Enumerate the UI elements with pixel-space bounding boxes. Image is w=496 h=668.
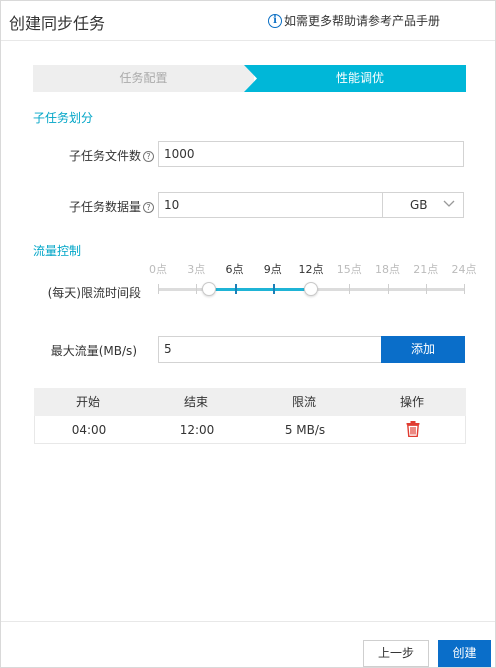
tick-label: 3点 — [187, 263, 206, 276]
file-count-input[interactable]: 1000 — [158, 141, 464, 167]
dialog-title: 创建同步任务 — [9, 14, 106, 33]
max-flow-label: 最大流量(MB/s) — [50, 344, 137, 358]
file-count-label-text: 子任务文件数 — [68, 149, 141, 163]
flow-limit-table: 开始 结束 限流 操作 04:00 12:00 5 MB/s — [34, 388, 466, 444]
tick-label: 24点 — [451, 263, 477, 276]
cell-start: 04:00 — [71, 423, 107, 437]
step-indicator: 任务配置 性能调优 — [33, 65, 466, 92]
info-icon: i — [268, 13, 282, 28]
data-size-label-text: 子任务数据量 — [68, 200, 141, 214]
tick-mark — [425, 284, 427, 294]
header-end: 结束 — [183, 395, 208, 409]
tick-mark — [234, 284, 237, 294]
dialog-footer: 上一步 创建 — [1, 621, 495, 668]
data-size-input[interactable]: 10 — [158, 192, 383, 218]
tick-label: 0点 — [149, 263, 167, 276]
cell-action — [359, 416, 467, 443]
chevron-down-icon — [443, 200, 455, 207]
help-text: 如需更多帮助请参考产品手册 — [284, 14, 441, 28]
add-button[interactable]: 添加 — [381, 336, 465, 363]
question-icon[interactable]: ? — [143, 151, 154, 162]
tick-mark — [196, 284, 198, 294]
tick-label: 9点 — [263, 263, 282, 276]
tick-mark — [158, 284, 159, 294]
table-row: 04:00 12:00 5 MB/s — [34, 416, 466, 444]
time-range-label: (每天)限流时间段 — [47, 286, 141, 300]
tick-mark — [349, 284, 351, 294]
cell-end: 12:00 — [179, 423, 215, 437]
help-link[interactable]: i 如需更多帮助请参考产品手册 — [268, 12, 440, 29]
step-task-config: 任务配置 — [33, 65, 254, 92]
max-flow-input[interactable]: 5 — [158, 336, 382, 363]
dialog-header: 创建同步任务 i 如需更多帮助请参考产品手册 — [1, 1, 495, 41]
tick-label: 18点 — [375, 263, 400, 276]
tick-label: 15点 — [336, 263, 362, 276]
tick-label: 12点 — [298, 263, 324, 276]
unit-selected-value: GB — [410, 198, 428, 212]
subtask-section-title: 子任务划分 — [33, 111, 94, 125]
tick-mark — [387, 284, 389, 294]
cell-limit: 5 MB/s — [284, 423, 326, 437]
file-count-label: 子任务文件数? — [41, 147, 154, 164]
question-icon[interactable]: ? — [143, 202, 154, 213]
tick-label: 21点 — [413, 263, 439, 276]
time-slider-tick-labels: 0点 3点 6点 9点 12点 15点 18点 21点 24点 — [149, 261, 477, 276]
time-slider-start-handle[interactable] — [202, 282, 216, 296]
table-header: 开始 结束 限流 操作 — [34, 388, 466, 416]
create-sync-task-dialog: 创建同步任务 i 如需更多帮助请参考产品手册 任务配置 性能调优 子任务划分 子… — [0, 0, 496, 668]
tick-mark — [272, 284, 275, 294]
tick-label: 6点 — [225, 263, 244, 276]
header-limit: 限流 — [291, 395, 316, 409]
header-start: 开始 — [75, 395, 100, 409]
tick-mark — [464, 284, 465, 294]
data-size-unit-select[interactable]: GB — [382, 192, 464, 218]
flow-section-title: 流量控制 — [33, 244, 82, 258]
trash-icon[interactable] — [406, 421, 420, 437]
step-performance-tuning: 性能调优 — [244, 65, 466, 92]
header-action: 操作 — [399, 395, 424, 409]
time-slider-end-handle[interactable] — [304, 282, 318, 296]
data-size-label: 子任务数据量? — [41, 198, 154, 215]
time-slider-selected-range — [209, 288, 311, 291]
create-button[interactable]: 创建 — [438, 640, 491, 667]
previous-step-button[interactable]: 上一步 — [363, 640, 429, 667]
